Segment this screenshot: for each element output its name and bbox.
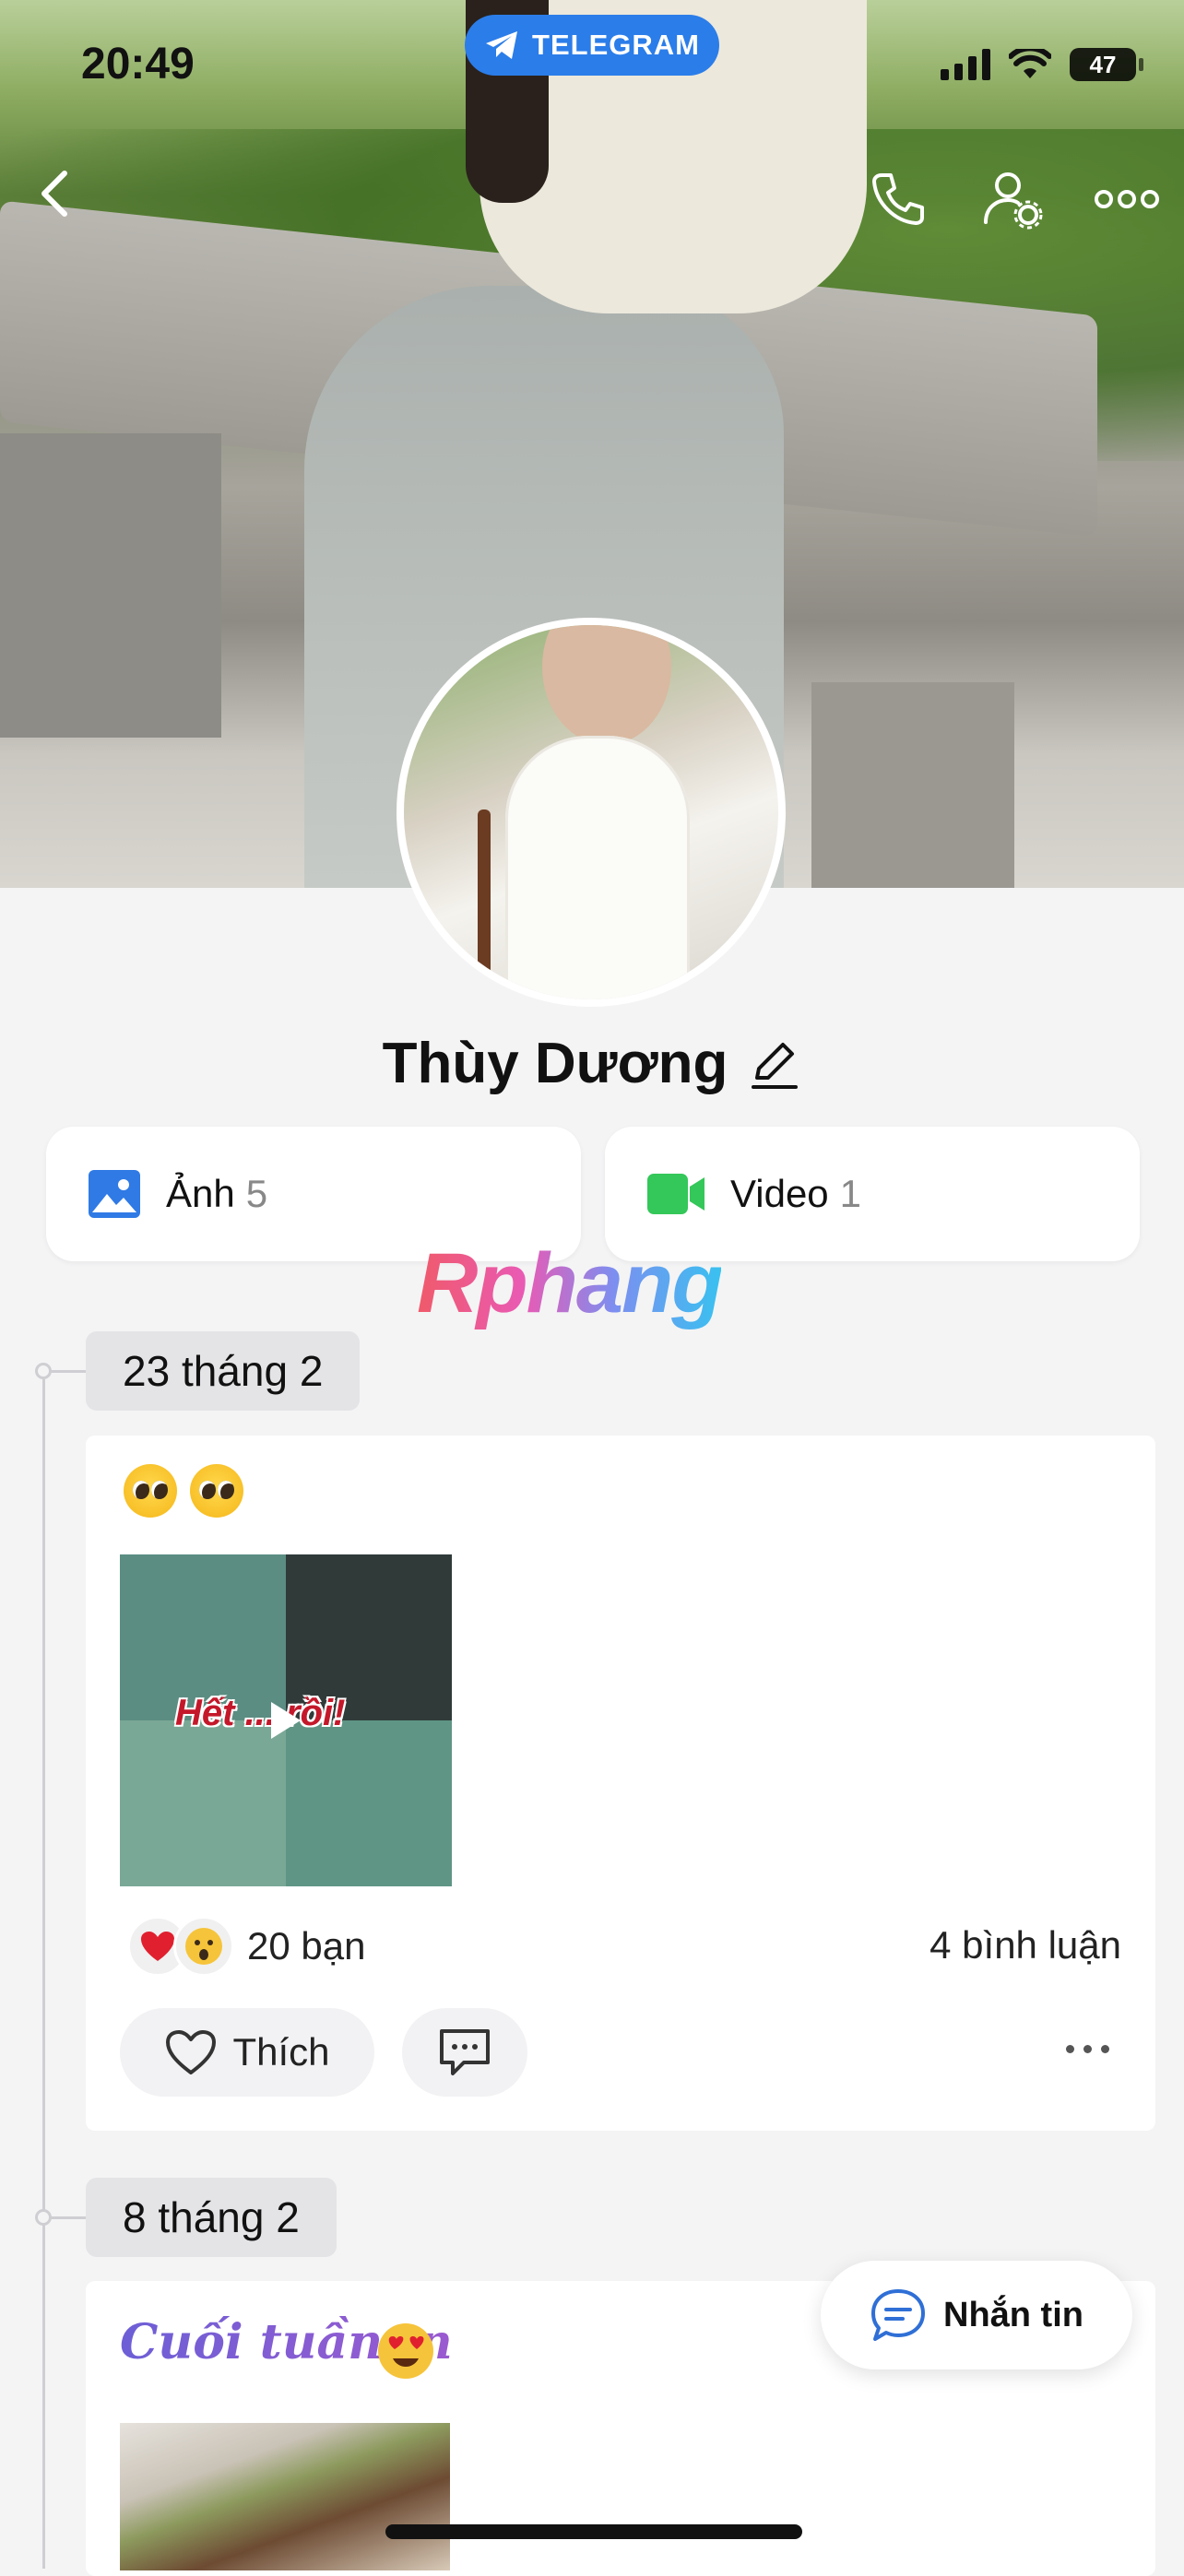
telegram-icon (486, 31, 518, 59)
call-button[interactable] (863, 164, 933, 234)
timeline-line (42, 1370, 45, 2569)
profile-name: Thùy Dương (382, 1032, 728, 1095)
pleading-face-emoji (190, 1464, 243, 1518)
post-photo[interactable] (120, 2423, 450, 2570)
video-camera-icon (647, 1174, 704, 1214)
reactions-summary[interactable]: 20 bạn (127, 1916, 365, 1977)
edit-icon[interactable] (748, 1037, 801, 1091)
videos-label: Video (730, 1172, 829, 1215)
post-text (124, 1464, 243, 1518)
wifi-icon (1009, 49, 1051, 78)
photo-icon (89, 1170, 140, 1218)
header-actions (863, 164, 1162, 234)
chevron-left-icon (41, 171, 67, 217)
videos-count: 1 (839, 1172, 862, 1215)
status-icons: 47 (941, 48, 1143, 81)
heart-icon (166, 2030, 217, 2074)
back-button[interactable] (37, 166, 83, 230)
watermark-logo: Rphang (417, 1236, 723, 1330)
date-chip: 8 tháng 2 (86, 2178, 337, 2257)
profile-name-row: Thùy Dương (0, 1031, 1184, 1096)
photos-label: Ảnh (166, 1172, 235, 1215)
photos-count: 5 (245, 1172, 268, 1215)
avatar[interactable] (397, 618, 786, 1007)
play-icon (271, 1702, 301, 1739)
more-icon (1095, 190, 1159, 208)
battery-icon: 47 (1070, 48, 1143, 81)
more-options-button[interactable] (1092, 164, 1162, 234)
telegram-banner[interactable]: TELEGRAM (465, 15, 719, 76)
post-more-button[interactable] (1066, 2045, 1109, 2053)
heart-eyes-emoji (376, 2322, 435, 2385)
like-label: Thích (232, 2030, 330, 2074)
comment-button[interactable] (402, 2008, 527, 2097)
profile-settings-button[interactable] (977, 164, 1048, 234)
status-time: 20:49 (81, 40, 195, 89)
video-caption: Hết ... rồi! (175, 1693, 346, 1733)
signal-icon (941, 49, 990, 80)
date-chip: 23 tháng 2 (86, 1331, 361, 1411)
like-button[interactable]: Thích (120, 2008, 374, 2097)
video-thumbnail[interactable]: Hết ... rồi! (120, 1554, 452, 1886)
comments-count[interactable]: 4 bình luận (929, 1923, 1121, 1967)
user-settings-icon (984, 172, 1043, 230)
home-indicator[interactable] (385, 2524, 802, 2539)
reactions-count: 20 bạn (247, 1924, 366, 1967)
phone-icon (872, 173, 924, 225)
chat-bubble-icon (871, 2289, 925, 2341)
banner-label: TELEGRAM (532, 29, 700, 61)
message-button-label: Nhắn tin (943, 2295, 1083, 2334)
comment-icon (440, 2029, 490, 2075)
wow-reaction-icon (173, 1916, 234, 1977)
message-button[interactable]: Nhắn tin (821, 2261, 1132, 2369)
pleading-face-emoji (124, 1464, 177, 1518)
